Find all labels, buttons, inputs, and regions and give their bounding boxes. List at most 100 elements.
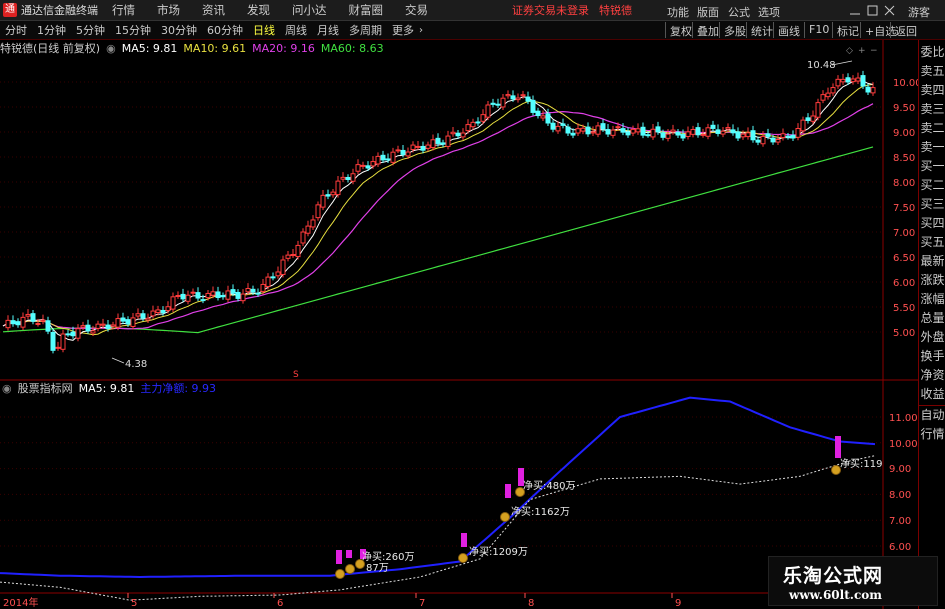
mark-button[interactable]: 标记 [832, 22, 863, 38]
candle-body [610, 129, 616, 136]
candle-body [415, 145, 421, 148]
close-icon[interactable] [884, 5, 895, 16]
candle-body [810, 115, 816, 122]
candle-body [425, 144, 431, 149]
side-item-bid3[interactable]: 买三 [919, 195, 945, 214]
period-monthly[interactable]: 月线 [312, 22, 344, 38]
candle-body [5, 319, 11, 329]
y-tick: 7.00 [893, 228, 915, 239]
period-daily[interactable]: 日线 [248, 22, 280, 38]
period-15min[interactable]: 15分钟 [110, 22, 156, 38]
side-item-bid1[interactable]: 买一 [919, 157, 945, 176]
candle-body [670, 129, 676, 133]
chart-area[interactable]: 10.00 9.50 9.00 8.50 8.00 7.50 7.00 6.50… [0, 40, 918, 609]
candle-body [60, 333, 66, 350]
candle-body [15, 321, 21, 326]
candle-body [355, 164, 361, 172]
candle-body [760, 135, 766, 145]
side-item-ask2[interactable]: 卖二 [919, 119, 945, 138]
login-warning[interactable]: 证券交易未登录 [512, 2, 589, 18]
money-bag-icon [515, 487, 525, 497]
candle-body [835, 78, 841, 87]
candle-body [365, 165, 371, 169]
candle-body [480, 114, 486, 122]
candle-body [690, 128, 696, 135]
draw-line-button[interactable]: 画线 [773, 22, 804, 38]
side-item-ask1[interactable]: 卖一 [919, 138, 945, 157]
side-item-earnings[interactable]: 收益 [919, 385, 945, 404]
candle-body [155, 309, 161, 314]
side-item-bid5[interactable]: 买五 [919, 233, 945, 252]
menu-discover[interactable]: 发现 [247, 2, 270, 18]
menu-news[interactable]: 资讯 [202, 2, 225, 18]
candle-body [710, 124, 716, 129]
candle-body [800, 119, 806, 132]
candle-body [150, 310, 156, 317]
candle-body [250, 288, 256, 293]
indicator-grid [0, 416, 883, 547]
side-item-bid2[interactable]: 买二 [919, 176, 945, 195]
settings-dot-icon[interactable]: ◉ [2, 382, 12, 395]
money-bag-icon [335, 569, 345, 579]
side-item-turnover[interactable]: 换手 [919, 347, 945, 366]
side-item-net-assets[interactable]: 净资 [919, 366, 945, 385]
menu-functions[interactable]: 功能 [667, 4, 689, 20]
period-60min[interactable]: 60分钟 [202, 22, 248, 38]
candle-body [40, 319, 46, 322]
period-weekly[interactable]: 周线 [280, 22, 312, 38]
menu-trade[interactable]: 交易 [405, 2, 428, 18]
menu-ask-xiaoda[interactable]: 问小达 [292, 2, 327, 18]
candle-body [225, 290, 231, 300]
ind-y-tick: 6.00 [889, 542, 911, 553]
side-item-volume[interactable]: 总量 [919, 309, 945, 328]
menu-guest[interactable]: 游客 [908, 4, 930, 20]
side-item-auto[interactable]: 自动 [919, 406, 945, 425]
menu-formula[interactable]: 公式 [728, 4, 750, 20]
side-item-outer-volume[interactable]: 外盘 [919, 328, 945, 347]
x-tick: 6 [277, 598, 283, 609]
period-tick[interactable]: 分时 [0, 22, 32, 38]
candle-body [410, 144, 416, 151]
period-more[interactable]: 更多 [387, 22, 419, 38]
candle-body [455, 132, 461, 137]
side-item-bid4[interactable]: 买四 [919, 214, 945, 233]
side-item-change-pct[interactable]: 涨幅 [919, 290, 945, 309]
candle-body [255, 292, 261, 295]
settings-dot-icon[interactable]: ◉ [106, 42, 116, 55]
high-price-label: 10.48 [807, 60, 836, 71]
candle-body [535, 110, 541, 117]
candle-body [695, 127, 701, 136]
ind-y-tick: 11.00 [889, 413, 918, 424]
period-5min[interactable]: 5分钟 [71, 22, 110, 38]
side-item-ask4[interactable]: 卖四 [919, 81, 945, 100]
side-item-ask3[interactable]: 卖三 [919, 100, 945, 119]
candle-body [820, 94, 826, 101]
menu-wealth-circle[interactable]: 财富圈 [349, 2, 384, 18]
candle-body [140, 313, 146, 319]
candle-body [30, 313, 36, 322]
candle-body [845, 77, 851, 83]
candle-body [80, 325, 86, 328]
net-buy-label: 净买:260万 [362, 550, 414, 563]
chevron-right-icon[interactable]: › [419, 25, 423, 36]
back-button[interactable]: 返回 [890, 22, 921, 38]
menu-layout[interactable]: 版面 [697, 4, 719, 20]
period-1min[interactable]: 1分钟 [32, 22, 71, 38]
f10-button[interactable]: F10 [804, 22, 833, 38]
net-buy-label: 净买:1209万 [469, 545, 528, 558]
menu-market[interactable]: 市场 [157, 2, 180, 18]
ma60-path [2, 146, 874, 334]
candle-body [25, 313, 31, 317]
side-item-change[interactable]: 涨跌 [919, 271, 945, 290]
period-30min[interactable]: 30分钟 [156, 22, 202, 38]
side-item-ask5[interactable]: 卖五 [919, 62, 945, 81]
side-item-bid-ratio[interactable]: 委比 [919, 43, 945, 62]
maximize-icon[interactable] [867, 5, 878, 16]
period-multi[interactable]: 多周期 [344, 22, 387, 38]
candle-body [135, 313, 141, 317]
candle-body [790, 134, 796, 139]
menu-options[interactable]: 选项 [758, 4, 780, 20]
menu-quotes[interactable]: 行情 [112, 2, 135, 18]
side-item-last[interactable]: 最新 [919, 252, 945, 271]
side-item-quotes[interactable]: 行情 [919, 425, 945, 444]
